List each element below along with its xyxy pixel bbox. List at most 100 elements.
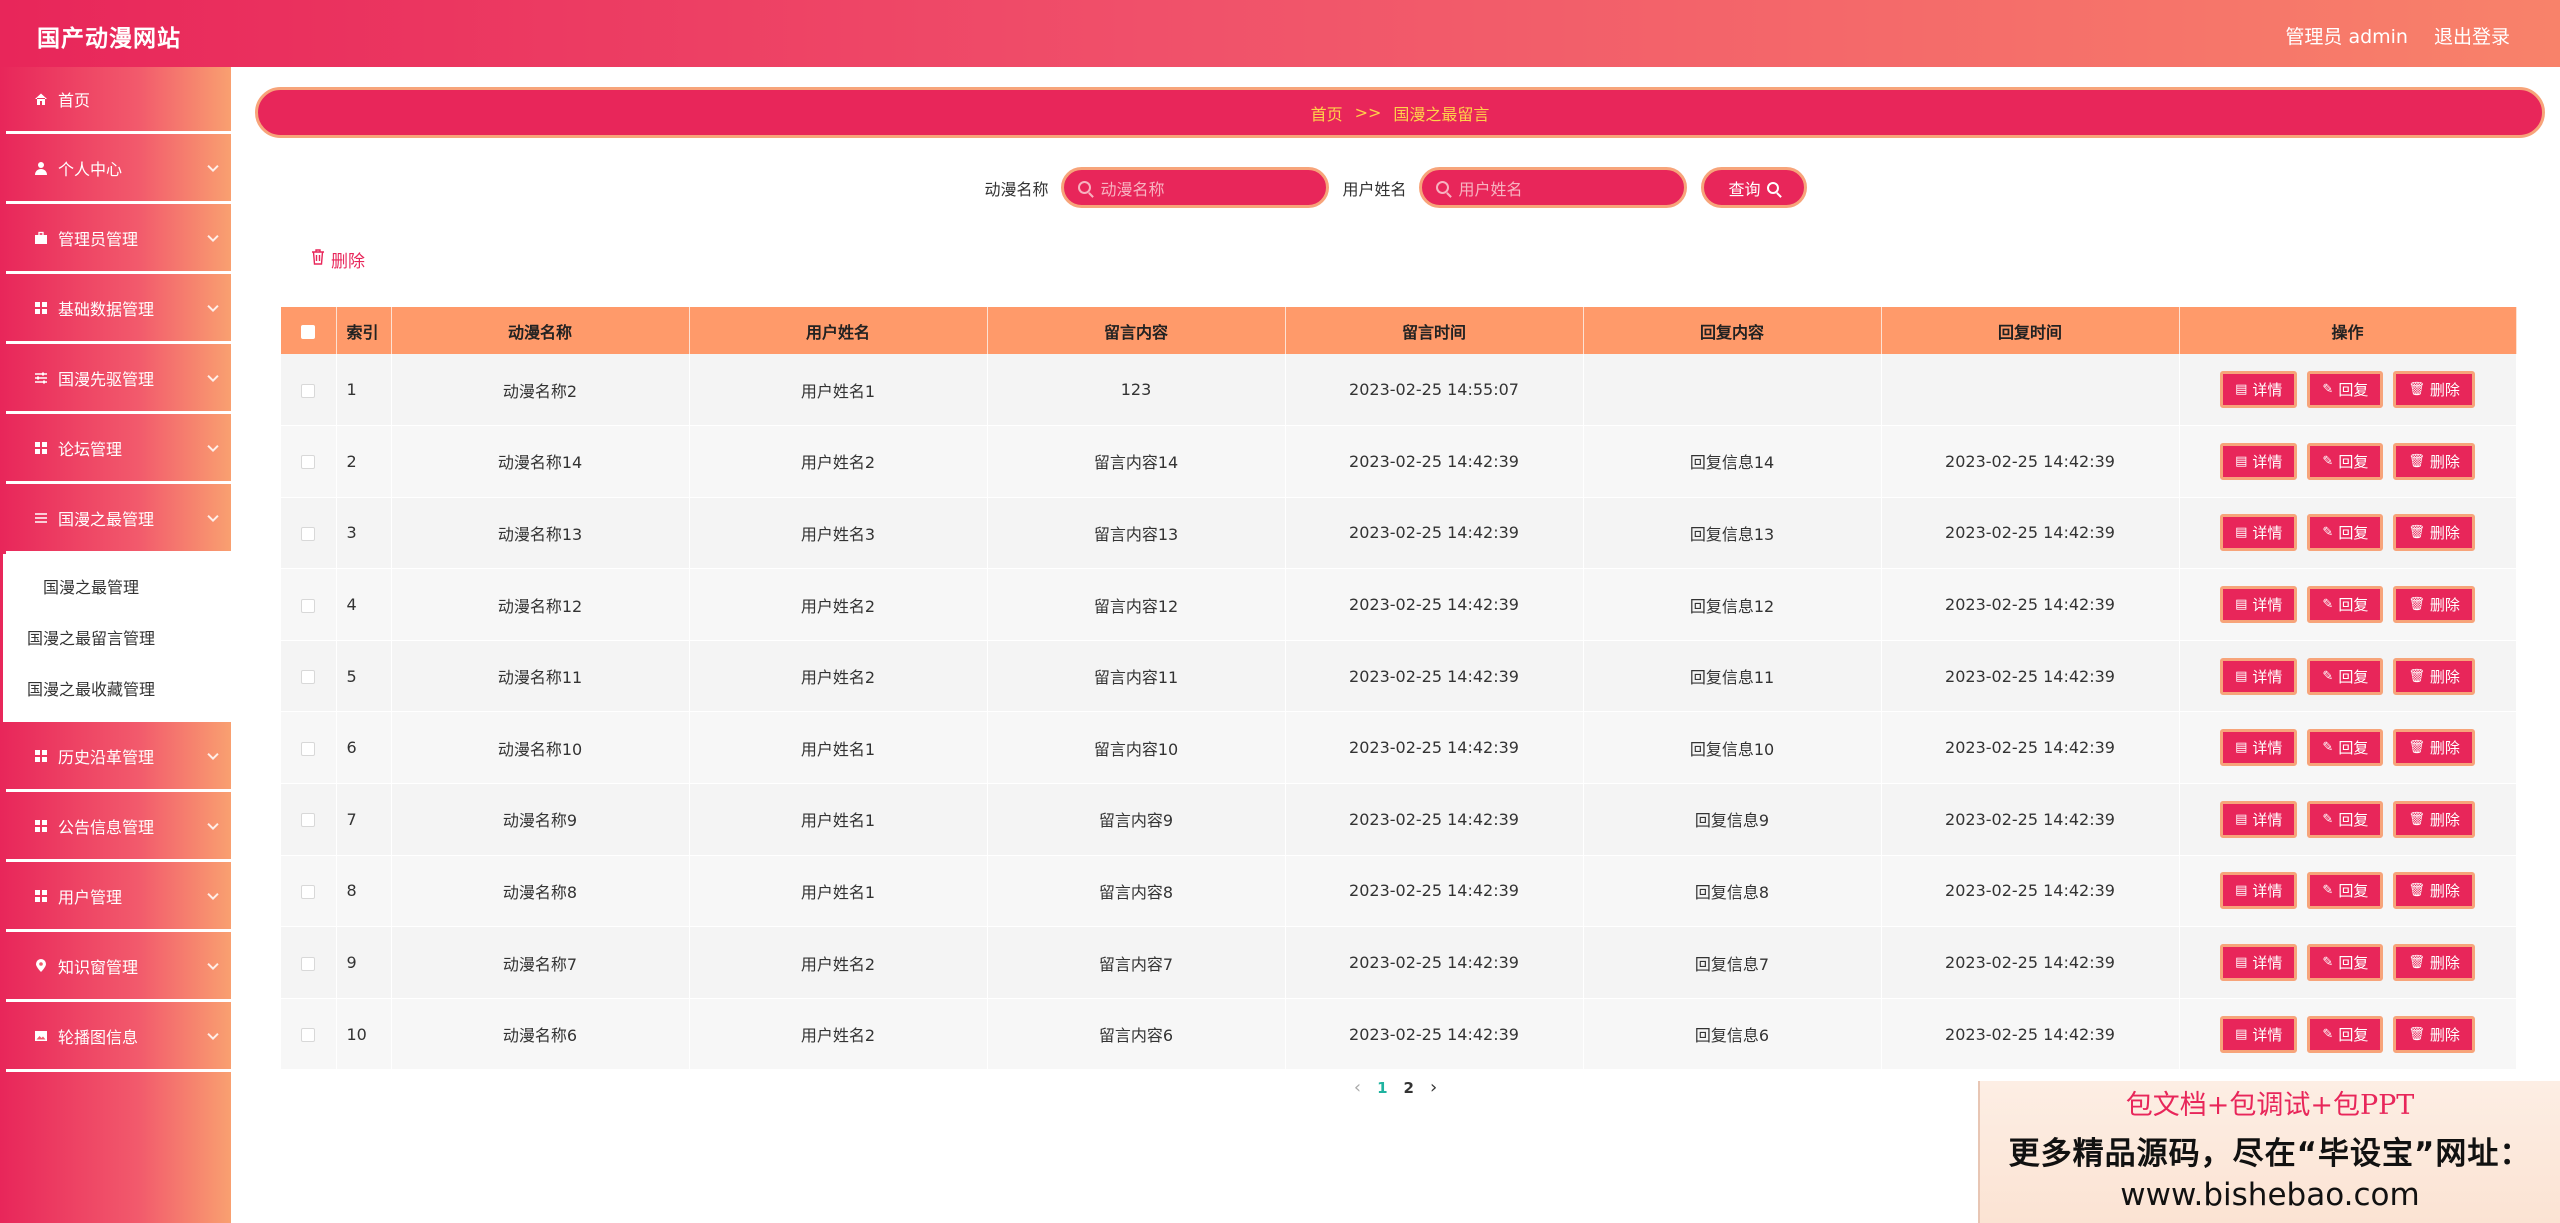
reply-button[interactable]: ✎ 回复 [2307, 800, 2384, 838]
row-checkbox[interactable] [301, 670, 316, 685]
detail-button[interactable]: ▤ 详情 [2220, 729, 2298, 767]
detail-button[interactable]: ▤ 详情 [2220, 586, 2298, 624]
cell-reply-time: 2023-02-25 14:42:39 [1881, 926, 2180, 999]
delete-button[interactable]: 🗑 删除 [2393, 872, 2475, 910]
prev-page-icon[interactable]: ‹ [1354, 1077, 1361, 1098]
table-header-row: 索引 动漫名称 用户姓名 留言内容 留言时间 回复内容 回复时间 操作 [281, 307, 2517, 354]
delete-button[interactable]: 🗑 删除 [2393, 944, 2475, 982]
row-select-cell [281, 568, 337, 641]
query-button[interactable]: 查询 [1700, 167, 1807, 208]
sidebar-item[interactable]: 国漫之最管理 [6, 484, 231, 554]
sidebar-item[interactable]: 首页 [6, 67, 231, 134]
sidebar-item[interactable]: 知识窗管理 [6, 932, 231, 1002]
delete-button[interactable]: 🗑 删除 [2393, 657, 2475, 695]
delete-button[interactable]: 🗑 删除 [2393, 586, 2475, 624]
row-checkbox[interactable] [301, 956, 316, 971]
cell-index: 10 [336, 998, 392, 1071]
reply-button[interactable]: ✎ 回复 [2307, 944, 2384, 982]
edit-icon: ✎ [2322, 597, 2334, 613]
cell-anime: 动漫名称12 [391, 568, 690, 641]
detail-button[interactable]: ▤ 详情 [2220, 944, 2298, 982]
row-checkbox[interactable] [301, 741, 316, 756]
reply-button[interactable]: ✎ 回复 [2307, 1015, 2384, 1053]
row-checkbox[interactable] [301, 598, 316, 613]
detail-button[interactable]: ▤ 详情 [2220, 800, 2298, 838]
sidebar-item[interactable]: 轮播图信息 [6, 1002, 231, 1072]
sidebar-item[interactable]: 管理员管理 [6, 204, 231, 274]
trash-icon: 🗑 [2408, 382, 2425, 398]
document-icon: ▤ [2235, 597, 2248, 613]
cell-content: 留言内容14 [987, 425, 1286, 498]
select-all-checkbox[interactable] [301, 324, 316, 339]
page-number[interactable]: 1 [1377, 1079, 1387, 1097]
detail-button[interactable]: ▤ 详情 [2220, 371, 2298, 409]
reply-button[interactable]: ✎ 回复 [2307, 371, 2384, 409]
detail-label: 详情 [2252, 381, 2283, 400]
reply-button[interactable]: ✎ 回复 [2307, 442, 2384, 480]
sidebar-item[interactable]: 个人中心 [6, 134, 231, 204]
location-icon [33, 958, 48, 973]
detail-button[interactable]: ▤ 详情 [2220, 1015, 2298, 1053]
detail-button[interactable]: ▤ 详情 [2220, 514, 2298, 552]
reply-button[interactable]: ✎ 回复 [2307, 657, 2384, 695]
reply-button[interactable]: ✎ 回复 [2307, 729, 2384, 767]
row-checkbox[interactable] [301, 455, 316, 470]
row-checkbox[interactable] [301, 884, 316, 899]
submenu-item[interactable]: 国漫之最收藏管理 [3, 662, 231, 713]
edit-icon: ✎ [2322, 453, 2334, 469]
column-header: 操作 [2179, 307, 2517, 354]
admin-label[interactable]: 管理员 admin [2285, 22, 2408, 49]
breadcrumb-home[interactable]: 首页 [1311, 101, 1343, 125]
detail-button[interactable]: ▤ 详情 [2220, 657, 2298, 695]
anime-name-input[interactable]: 动漫名称 [1060, 167, 1329, 208]
logout-link[interactable]: 退出登录 [2434, 22, 2510, 49]
submenu-item[interactable]: 国漫之最管理 [3, 560, 231, 611]
row-select-cell [281, 855, 337, 928]
row-checkbox[interactable] [301, 813, 316, 828]
sidebar-item-label: 用户管理 [58, 887, 123, 907]
document-icon: ▤ [2235, 382, 2248, 398]
cell-reply-time: 2023-02-25 14:42:39 [1881, 568, 2180, 641]
submenu-item[interactable]: 国漫之最留言管理 [3, 611, 231, 662]
row-checkbox[interactable] [301, 383, 316, 398]
reply-button[interactable]: ✎ 回复 [2307, 872, 2384, 910]
reply-label: 回复 [2338, 596, 2369, 615]
next-page-icon[interactable]: › [1430, 1077, 1437, 1098]
chevron-down-icon [207, 888, 219, 900]
home-icon [33, 92, 48, 107]
detail-label: 详情 [2252, 1025, 2283, 1044]
delete-button[interactable]: 🗑 删除 [2393, 1015, 2475, 1053]
trash-icon: 🗑 [2408, 1026, 2425, 1042]
sidebar-item[interactable]: 历史沿革管理 [6, 722, 231, 792]
delete-button[interactable]: 🗑 删除 [2393, 442, 2475, 480]
row-select-cell [281, 497, 337, 570]
delete-button[interactable]: 🗑 删除 [2393, 514, 2475, 552]
user-name-input[interactable]: 用户姓名 [1418, 167, 1687, 208]
user-name-placeholder: 用户姓名 [1458, 179, 1523, 199]
delete-button[interactable]: 🗑 删除 [2393, 729, 2475, 767]
row-checkbox[interactable] [301, 1028, 316, 1043]
detail-button[interactable]: ▤ 详情 [2220, 442, 2298, 480]
sidebar-item[interactable]: 公告信息管理 [6, 792, 231, 862]
cell-reply-time: 2023-02-25 14:42:39 [1881, 497, 2180, 570]
cell-reply: 回复信息10 [1583, 711, 1882, 785]
reply-button[interactable]: ✎ 回复 [2307, 586, 2384, 624]
sidebar-item[interactable]: 国漫先驱管理 [6, 344, 231, 414]
sidebar-item[interactable]: 用户管理 [6, 862, 231, 932]
cell-reply: 回复信息12 [1583, 568, 1882, 641]
delete-button[interactable]: 🗑 删除 [2393, 371, 2475, 409]
cell-reply: 回复信息7 [1583, 926, 1882, 999]
sidebar-item[interactable]: 论坛管理 [6, 414, 231, 484]
watermark-line1: 包文档+包调试+包PPT [2125, 1090, 2415, 1121]
row-select-cell [281, 354, 337, 427]
detail-button[interactable]: ▤ 详情 [2220, 872, 2298, 910]
row-checkbox[interactable] [301, 526, 316, 541]
sidebar-item[interactable]: 基础数据管理 [6, 274, 231, 344]
table-row: 5 动漫名称11 用户姓名2 留言内容11 2023-02-25 14:42:39 回复信… [281, 640, 2517, 713]
page-number[interactable]: 2 [1404, 1079, 1414, 1097]
batch-delete-button[interactable]: 删除 [311, 247, 365, 272]
cell-reply [1583, 354, 1882, 427]
delete-button[interactable]: 🗑 删除 [2393, 800, 2475, 838]
reply-button[interactable]: ✎ 回复 [2307, 514, 2384, 552]
sidebar-item-label: 首页 [58, 91, 91, 110]
